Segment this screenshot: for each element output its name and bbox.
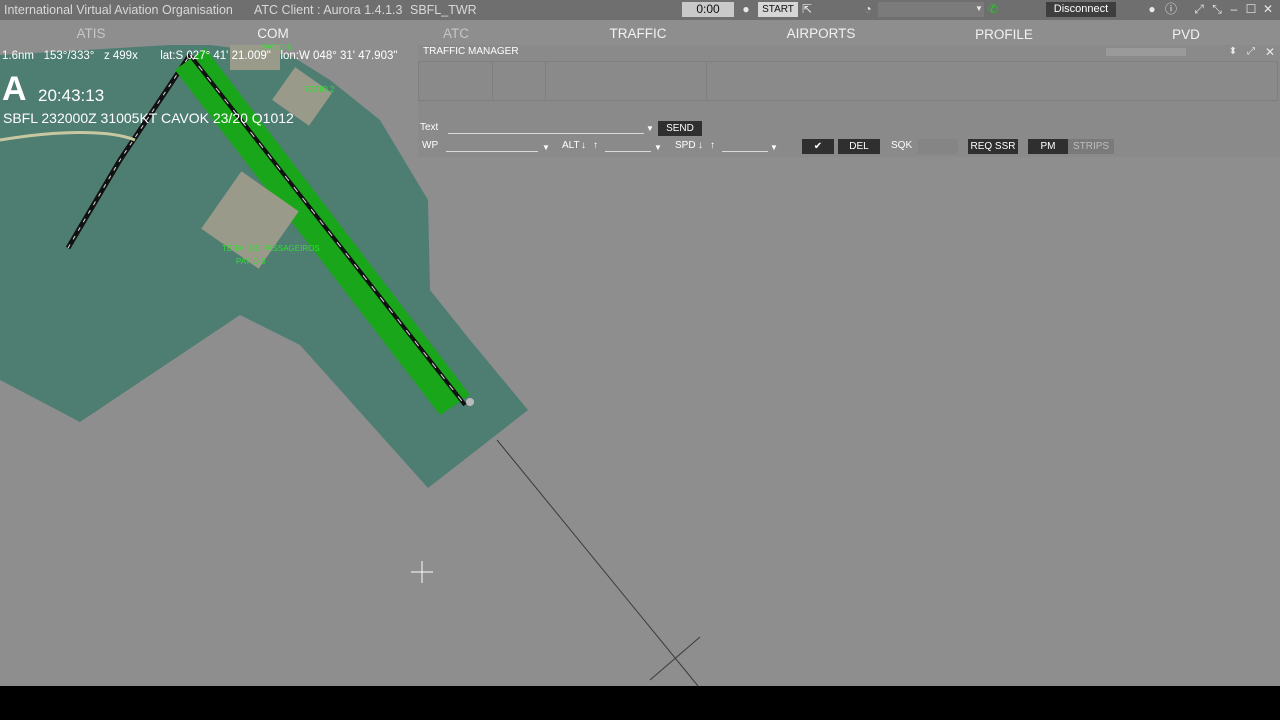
traffic-manager-panel: TRAFFIC MANAGER ⬍ ⤢ ✕ Text ▼ SEND WP ▼ A… xyxy=(418,45,1280,157)
timer-dot-icon[interactable]: ● xyxy=(739,2,753,16)
send-button[interactable]: SEND xyxy=(658,121,702,136)
window-title: International Virtual Aviation Organisat… xyxy=(4,3,233,17)
traffic-manager-title: TRAFFIC MANAGER xyxy=(423,46,519,57)
arrow-down-icon[interactable]: ↓ xyxy=(698,140,703,151)
strip-cell xyxy=(418,61,493,101)
terminal-label: TERM. DE PASSAGEIROS xyxy=(222,244,320,253)
text-label: Text xyxy=(420,122,439,133)
menu-profile[interactable]: PROFILE xyxy=(975,27,1033,42)
menu-pvd[interactable]: PVD xyxy=(1172,27,1200,42)
search-icon[interactable]: ◔ xyxy=(861,2,875,16)
disconnect-button[interactable]: Disconnect xyxy=(1046,2,1116,17)
menu-atc[interactable]: ATC xyxy=(443,26,469,41)
strip-cell xyxy=(706,61,1278,101)
checkmark-button[interactable]: ✔ xyxy=(802,139,834,154)
sqk-label: SQK xyxy=(891,140,913,151)
patio2-label: PATIO 2 xyxy=(305,85,335,94)
main-menu-bar: ATIS COM ATC TRAFFIC AIRPORTS PROFILE PV… xyxy=(0,20,1280,46)
zoom-readout: z 499x xyxy=(103,50,138,62)
lat-readout: lat:S 027° 41' 21.009" xyxy=(160,50,271,62)
user-icon[interactable]: ● xyxy=(1145,2,1159,16)
pin-icon[interactable]: ⤢ xyxy=(1192,2,1206,16)
del-button[interactable]: DEL xyxy=(838,139,880,154)
range-readout: 1.6nm xyxy=(2,50,34,62)
req-ssr-button[interactable]: REQ SSR xyxy=(968,139,1018,154)
chevron-down-icon[interactable]: ▼ xyxy=(770,143,778,152)
chevron-down-icon[interactable]: ▼ xyxy=(542,143,550,152)
text-input[interactable] xyxy=(448,123,644,134)
client-version: ATC Client : Aurora 1.4.1.3 xyxy=(254,3,403,17)
chevron-down-icon[interactable]: ▼ xyxy=(972,2,986,16)
menu-traffic[interactable]: TRAFFIC xyxy=(610,26,667,41)
spd-label: SPD xyxy=(675,140,696,151)
strip-cell xyxy=(492,61,546,101)
extended-centerline xyxy=(496,439,699,687)
menu-airports[interactable]: AIRPORTS xyxy=(787,26,856,41)
restore-icon[interactable]: ⤡ xyxy=(1210,2,1224,16)
panel-close-icon[interactable]: ✕ xyxy=(1263,45,1277,59)
arrow-up-icon[interactable]: ↑ xyxy=(593,140,598,151)
speed-input[interactable] xyxy=(722,141,768,152)
phone-icon[interactable]: ✆ xyxy=(986,2,1000,16)
metar-line: SBFL 232000Z 31005KT CAVOK 23/20 Q1012 xyxy=(3,110,294,126)
screen-bottom-bar xyxy=(0,686,1280,720)
runway-end-marker xyxy=(466,398,474,406)
minimize-icon[interactable]: – xyxy=(1227,2,1241,16)
pm-button[interactable]: PM xyxy=(1028,139,1068,154)
panel-scroll-handle[interactable] xyxy=(1106,48,1186,56)
menu-atis[interactable]: ATIS xyxy=(76,26,105,41)
session-timer: 0:00 xyxy=(682,2,734,17)
atis-letter: A xyxy=(2,70,27,108)
menu-com[interactable]: COM xyxy=(257,26,289,41)
start-button[interactable]: START xyxy=(758,2,798,17)
panel-pin-icon[interactable]: ⤢ xyxy=(1244,45,1258,59)
external-link-icon[interactable]: ⇱ xyxy=(800,2,814,16)
patio3-label: PATIO 3 xyxy=(236,257,266,266)
heading-readout: 153°/333° xyxy=(43,50,95,62)
waypoint-input[interactable] xyxy=(446,141,538,152)
info-icon[interactable]: ⓘ xyxy=(1164,2,1178,16)
arrow-down-icon[interactable]: ↓ xyxy=(581,140,586,151)
strips-button[interactable]: STRIPS xyxy=(1068,139,1114,154)
strip-cell xyxy=(545,61,707,101)
squawk-input[interactable] xyxy=(918,139,958,154)
station-callsign: SBFL_TWR xyxy=(410,3,477,17)
panel-collapse-icon[interactable]: ⬍ xyxy=(1226,45,1240,59)
utc-clock: 20:43:13 xyxy=(38,86,105,105)
arrow-up-icon[interactable]: ↑ xyxy=(710,140,715,151)
approach-marker xyxy=(649,636,701,681)
alt-label: ALT xyxy=(562,140,580,151)
close-icon[interactable]: ✕ xyxy=(1261,2,1275,16)
altitude-input[interactable] xyxy=(605,141,651,152)
wp-label: WP xyxy=(422,140,439,151)
title-bar: International Virtual Aviation Organisat… xyxy=(0,0,1280,20)
chevron-down-icon[interactable]: ▼ xyxy=(654,143,662,152)
lon-readout: lon:W 048° 31' 47.903" xyxy=(280,50,398,62)
frequency-select[interactable] xyxy=(878,2,984,17)
map-info-line: 1.6nm 153°/333° z 499x lat:S 027° 41' 21… xyxy=(2,50,397,62)
maximize-icon[interactable]: ☐ xyxy=(1244,2,1258,16)
chevron-down-icon[interactable]: ▼ xyxy=(646,124,654,133)
